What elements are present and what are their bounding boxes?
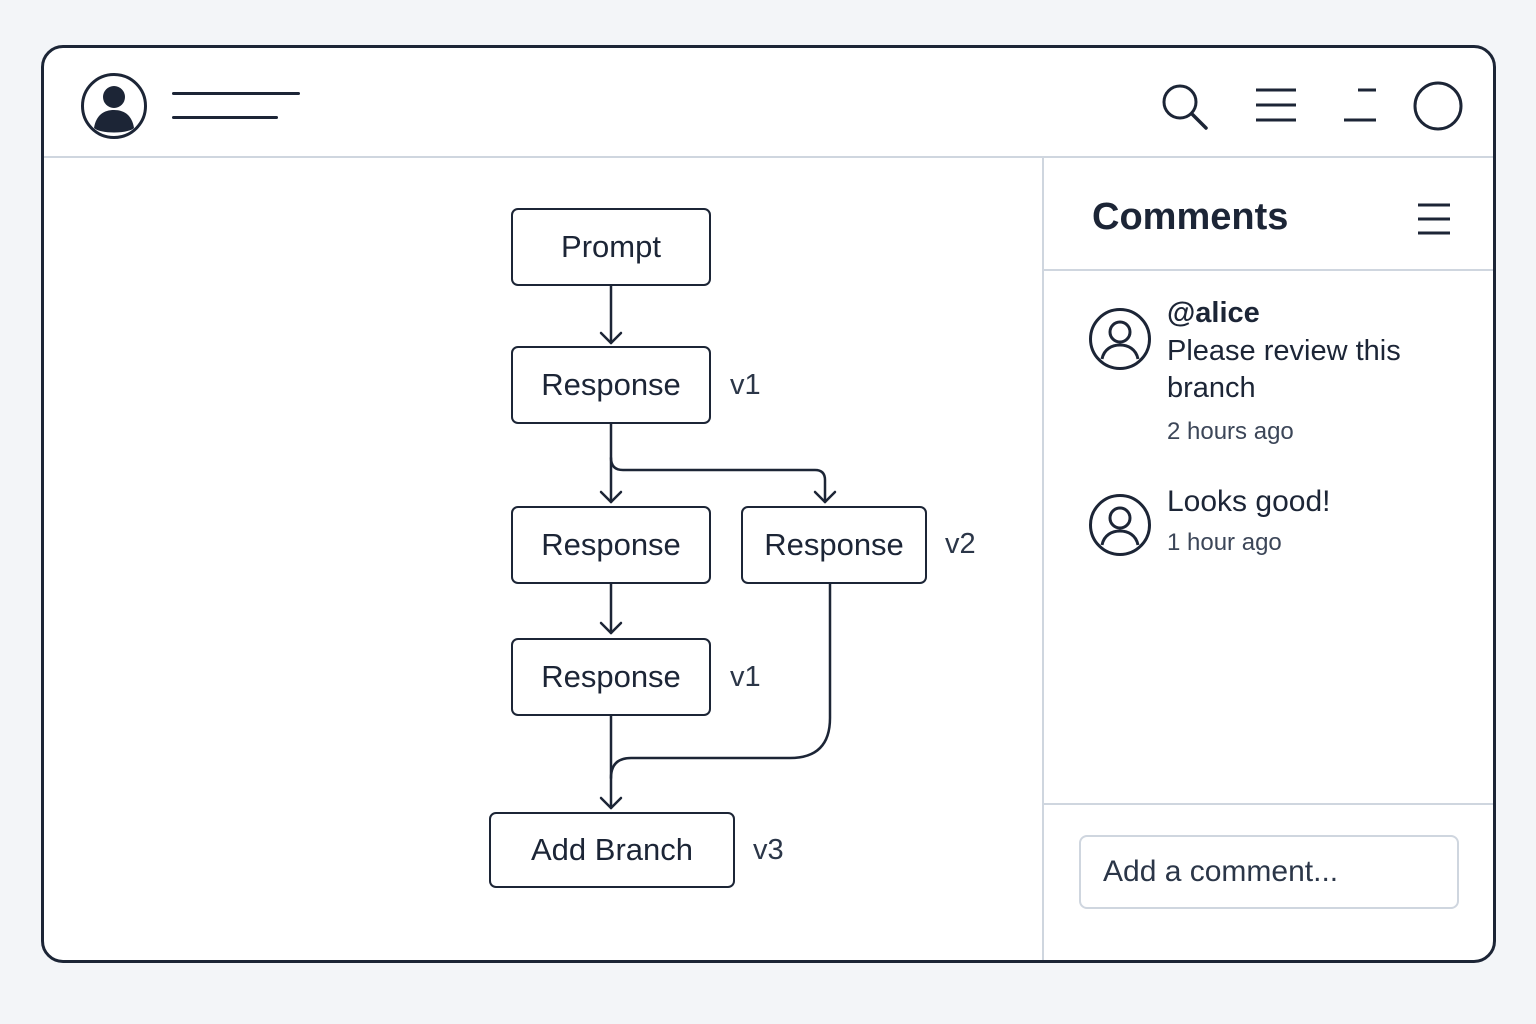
comment-author[interactable]: @alice [1167, 297, 1260, 330]
title-placeholder-line [172, 92, 300, 95]
profile-circle-icon[interactable] [1412, 80, 1464, 132]
app-window: Prompt Response v1 Response Response v2 … [41, 45, 1496, 963]
response-node-2a[interactable]: Response [511, 506, 711, 584]
response-node-label: Response [764, 527, 904, 562]
comment-timestamp: 2 hours ago [1167, 418, 1294, 445]
comments-title: Comments [1092, 196, 1289, 238]
prompt-node-label: Prompt [561, 229, 661, 264]
comment-timestamp: 1 hour ago [1167, 529, 1282, 556]
comment-text: Looks good! [1167, 485, 1331, 518]
divider [1044, 803, 1493, 805]
user-avatar-icon [1089, 308, 1151, 370]
response-node-1[interactable]: Response [511, 346, 711, 424]
menu-icon[interactable] [1254, 86, 1298, 124]
user-avatar-icon [1089, 494, 1151, 556]
version-label: v1 [730, 369, 761, 401]
response-node-2b[interactable]: Response [741, 506, 927, 584]
add-branch-button[interactable]: Add Branch [489, 812, 735, 888]
comments-menu-icon[interactable] [1416, 202, 1452, 236]
version-label: v3 [753, 834, 784, 866]
version-label: v1 [730, 661, 761, 693]
comment-input[interactable]: Add a comment... [1079, 835, 1459, 909]
add-branch-label: Add Branch [531, 832, 693, 867]
subtitle-placeholder-line [172, 116, 278, 119]
top-bar [44, 48, 1493, 158]
prompt-node[interactable]: Prompt [511, 208, 711, 286]
comment-item: @alice Please review this branch 2 hours… [1044, 271, 1493, 461]
comment-item: Looks good! 1 hour ago [1044, 463, 1493, 613]
response-node-label: Response [541, 367, 681, 402]
comment-text-line: Please review this [1167, 335, 1401, 367]
list-icon[interactable] [1342, 86, 1380, 124]
flow-canvas: Prompt Response v1 Response Response v2 … [44, 158, 1042, 960]
user-avatar-icon[interactable] [80, 72, 148, 140]
response-node-label: Response [541, 659, 681, 694]
search-icon[interactable] [1160, 82, 1210, 132]
response-node-label: Response [541, 527, 681, 562]
version-label: v2 [945, 528, 976, 560]
comments-sidebar: Comments @alice Please review this branc… [1042, 158, 1493, 960]
comment-text-line: branch [1167, 372, 1256, 404]
response-node-3[interactable]: Response [511, 638, 711, 716]
